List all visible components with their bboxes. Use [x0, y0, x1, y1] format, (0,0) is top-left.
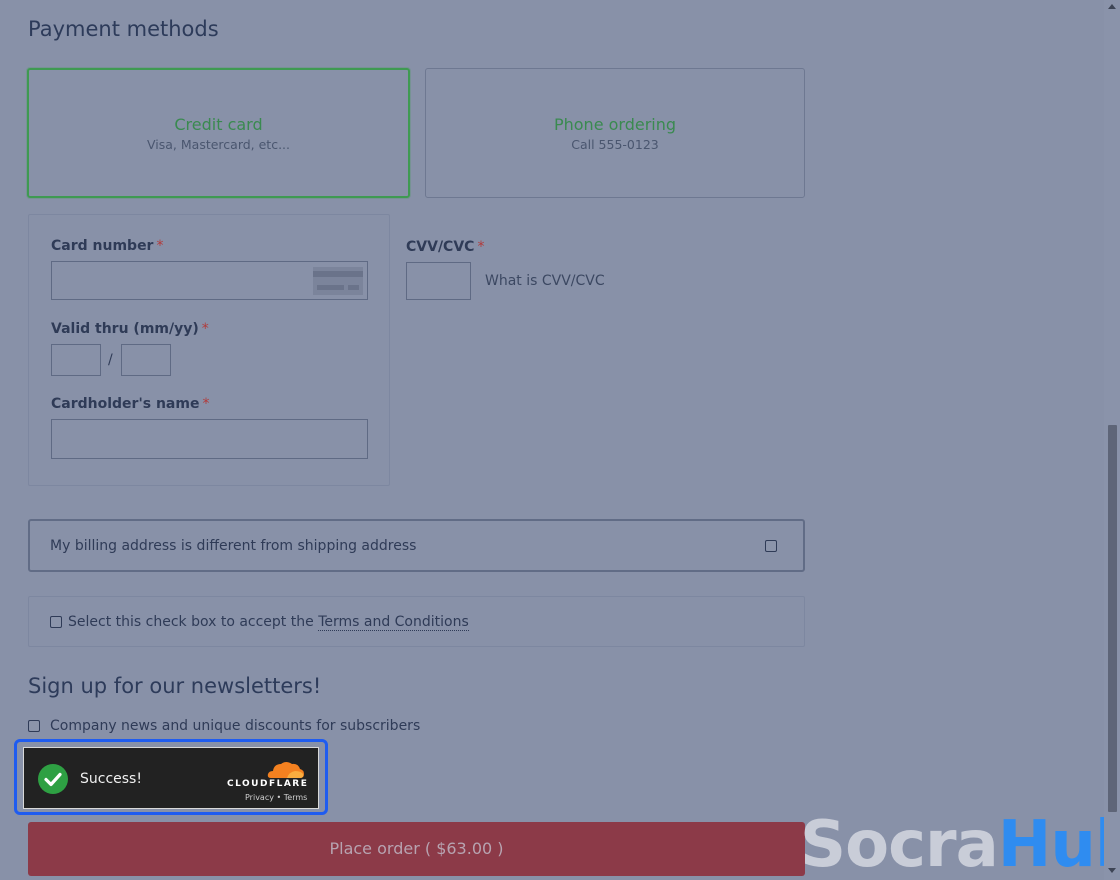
cardholder-name-input[interactable]: [51, 419, 368, 459]
card-number-input[interactable]: [51, 261, 368, 300]
expiry-year-input[interactable]: [121, 344, 171, 376]
captcha-privacy-link[interactable]: Privacy: [245, 793, 274, 802]
place-order-button[interactable]: Place order ( $63.00 ): [28, 822, 805, 876]
socrahub-watermark: SocraHub: [800, 808, 1120, 880]
cvv-help-link[interactable]: What is CVV/CVC: [485, 273, 605, 289]
cloudflare-captcha-widget[interactable]: Success! CLOUDFLARE Privacy • Terms: [23, 747, 319, 809]
success-check-icon: [38, 764, 68, 794]
credit-card-title: Credit card: [174, 115, 263, 134]
terms-and-conditions-link[interactable]: Terms and Conditions: [318, 614, 469, 631]
phone-ordering-title: Phone ordering: [553, 115, 677, 134]
captcha-links: Privacy • Terms: [245, 793, 307, 802]
scroll-up-arrow-icon[interactable]: [1108, 4, 1116, 9]
captcha-focus-frame: Success! CLOUDFLARE Privacy • Terms: [14, 739, 328, 815]
payment-methods-title: Payment methods: [28, 17, 219, 41]
scroll-down-arrow-icon[interactable]: [1108, 868, 1116, 873]
credit-card-icon: [313, 267, 363, 295]
cvv-label: CVV/CVC *: [406, 239, 485, 255]
billing-address-checkbox[interactable]: [765, 540, 777, 552]
terms-label: Select this check box to accept the Term…: [68, 614, 469, 631]
page-scrollbar[interactable]: [1104, 0, 1120, 880]
date-separator: /: [108, 352, 113, 368]
card-number-label: Card number *: [51, 238, 164, 254]
scroll-thumb[interactable]: [1108, 425, 1117, 812]
cvv-input[interactable]: [406, 262, 471, 300]
terms-checkbox[interactable]: [50, 616, 62, 628]
terms-box: Select this check box to accept the Term…: [28, 596, 805, 647]
captcha-link-separator: •: [276, 793, 282, 802]
expiry-month-input[interactable]: [51, 344, 101, 376]
billing-address-toggle[interactable]: My billing address is different from shi…: [28, 519, 805, 572]
valid-thru-label: Valid thru (mm/yy) *: [51, 321, 209, 337]
newsletter-title: Sign up for our newsletters!: [28, 674, 322, 698]
cloudflare-logo: CLOUDFLARE: [227, 779, 309, 789]
newsletter-option-label: Company news and unique discounts for su…: [50, 718, 421, 734]
credit-card-subtitle: Visa, Mastercard, etc...: [147, 137, 290, 152]
captcha-terms-link[interactable]: Terms: [284, 793, 308, 802]
phone-ordering-subtitle: Call 555-0123: [571, 137, 659, 152]
billing-address-label: My billing address is different from shi…: [50, 538, 417, 554]
payment-method-credit-card[interactable]: Credit card Visa, Mastercard, etc...: [27, 68, 410, 198]
cloudflare-cloud-icon: [267, 762, 304, 778]
cardholder-name-label: Cardholder's name *: [51, 396, 210, 412]
newsletter-checkbox[interactable]: [28, 720, 40, 732]
payment-method-phone-ordering[interactable]: Phone ordering Call 555-0123: [425, 68, 805, 198]
captcha-status: Success!: [80, 771, 142, 787]
